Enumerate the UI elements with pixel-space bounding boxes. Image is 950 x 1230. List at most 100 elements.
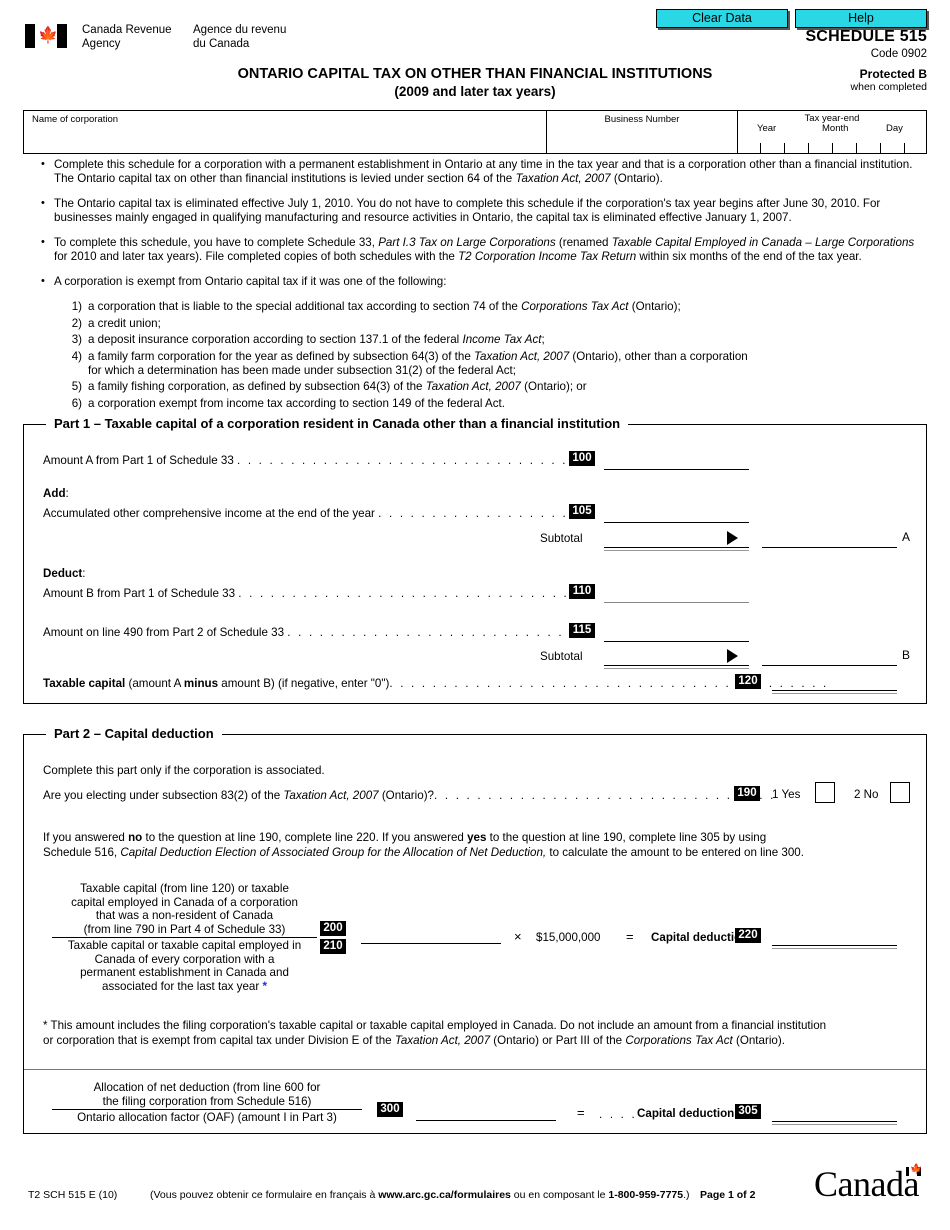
part-2-note: If you answered no to the question at li… <box>43 831 804 859</box>
list-item: 4) a family farm corporation for the yea… <box>62 350 932 378</box>
row-115-label: Amount on line 490 from Part 2 of Schedu… <box>43 626 586 639</box>
agency-name-english: Canada Revenue Agency <box>82 24 172 51</box>
input-line-105[interactable] <box>604 522 749 523</box>
tax-year-end-year-label: Year <box>757 123 777 134</box>
constant-amount: $15,000,000 <box>536 931 601 944</box>
schedule-code: Code 0902 <box>870 48 927 60</box>
deduct-label: Deduct: <box>43 567 86 580</box>
corporation-name-cell[interactable]: Name of corporation <box>24 111 547 153</box>
yes-option-label: 1 Yes <box>772 788 801 801</box>
part-2-footnote: * This amount includes the filing corpor… <box>43 1019 827 1047</box>
identification-table: Name of corporation Business Number Tax … <box>23 110 927 154</box>
part-2-section: Part 2 – Capital deduction Complete this… <box>23 726 927 1134</box>
page-number: Page 1 of 2 <box>700 1189 756 1201</box>
amount-b-line[interactable] <box>762 665 897 666</box>
amount-a-letter: A <box>902 530 911 544</box>
corporation-name-label: Name of corporation <box>32 114 119 125</box>
schedule-number: SCHEDULE 515 <box>805 28 927 45</box>
list-item: 6) a corporation exempt from income tax … <box>62 397 932 411</box>
exemption-number: 3) <box>71 333 82 346</box>
instruction-bullet-1: Complete this schedule for a corporation… <box>41 157 921 186</box>
section-divider <box>24 1069 926 1070</box>
instructions-bullets: Complete this schedule for a corporation… <box>41 157 921 296</box>
form-code: T2 SCH 515 E (10) <box>28 1189 118 1201</box>
allocation-fraction: Allocation of net deduction (from line 6… <box>52 1081 362 1125</box>
row-110-label: Amount B from Part 1 of Schedule 33 . . … <box>43 587 591 600</box>
dots-305: . . . . <box>599 1108 637 1121</box>
input-line-305[interactable] <box>772 1121 897 1125</box>
list-item: 1) a corporation that is liable to the s… <box>62 300 932 314</box>
no-option-label: 2 No <box>854 788 879 801</box>
form-title-line1: ONTARIO CAPITAL TAX ON OTHER THAN FINANC… <box>237 66 713 82</box>
exemption-number: 2) <box>71 316 82 330</box>
instruction-bullet-2: The Ontario capital tax is eliminated ef… <box>41 196 921 225</box>
subtotal-b-label: Subtotal <box>540 650 583 663</box>
canada-flag-icon: 🍁 <box>905 1165 922 1176</box>
line-number-115: 115 <box>569 623 595 638</box>
french-version-note: (Vous pouvez obtenir ce formulaire en fr… <box>150 1189 690 1201</box>
checkbox-yes[interactable] <box>815 782 835 803</box>
tax-year-end-cell[interactable]: Tax year-end Year Month Day <box>738 111 926 153</box>
denominator-last-line: associated for the last tax year * <box>102 979 267 993</box>
canada-wordmark-text: Canada <box>814 1164 919 1204</box>
add-label: Add: <box>43 487 69 500</box>
line-number-190: 190 <box>734 786 760 801</box>
subtotal-b-line[interactable] <box>604 665 749 669</box>
line-number-300: 300 <box>377 1102 403 1117</box>
help-button[interactable]: Help <box>795 9 927 28</box>
cra-phone-number: 1-800-959-7775 <box>608 1189 684 1201</box>
agency-en-line1: Canada Revenue <box>82 24 172 36</box>
allocation-numerator: Allocation of net deduction (from line 6… <box>93 1081 321 1108</box>
business-number-cell[interactable]: Business Number <box>547 111 738 153</box>
allocation-denominator: Ontario allocation factor (OAF) (amount … <box>77 1111 337 1124</box>
line-number-105: 105 <box>569 504 595 519</box>
row-190-label: Are you electing under subsection 83(2) … <box>43 789 776 802</box>
line-number-210: 210 <box>320 939 346 954</box>
multiply-symbol: × <box>514 929 522 944</box>
capital-deduction-label-220: Capital deduction <box>651 931 749 944</box>
amount-a-line[interactable] <box>762 547 897 548</box>
subtotal-a-line[interactable] <box>604 547 749 551</box>
agency-fr-line2: du Canada <box>193 37 250 50</box>
exemption-number: 1) <box>71 300 82 313</box>
row-105-label: Accumulated other comprehensive income a… <box>43 507 579 520</box>
capital-deduction-label-305: Capital deduction <box>637 1107 735 1120</box>
input-line-100[interactable] <box>604 469 749 470</box>
page-title: ONTARIO CAPITAL TAX ON OTHER THAN FINANC… <box>0 66 950 99</box>
input-line-220[interactable] <box>772 945 897 949</box>
form-title-line2: (2009 and later tax years) <box>394 84 556 99</box>
checkbox-no[interactable] <box>890 782 910 803</box>
line-number-305: 305 <box>735 1104 761 1119</box>
canada-revenue-agency-flag-icon: 🍁 <box>25 24 67 48</box>
line-number-200: 200 <box>320 921 346 936</box>
instruction-bullet-3: To complete this schedule, you have to c… <box>41 235 921 264</box>
list-item: 3) a deposit insurance corporation accor… <box>62 333 932 347</box>
ratio-denominator: Taxable capital or taxable capital emplo… <box>52 938 317 993</box>
input-line-120[interactable] <box>772 690 897 694</box>
line-number-110: 110 <box>569 584 595 599</box>
part-2-heading: Part 2 – Capital deduction <box>46 726 222 741</box>
ratio-numerator: Taxable capital (from line 120) or taxab… <box>71 882 298 936</box>
ratio-fraction-200-210: Taxable capital (from line 120) or taxab… <box>52 882 317 993</box>
line-number-100: 100 <box>569 451 595 466</box>
arrow-right-icon <box>727 649 738 663</box>
arrow-right-icon <box>727 531 738 545</box>
clear-data-button[interactable]: Clear Data <box>656 9 788 28</box>
exemption-number: 4) <box>71 349 82 363</box>
list-item: 2) a credit union; <box>62 317 932 331</box>
input-ratio-value[interactable] <box>361 943 501 944</box>
amount-b-letter: B <box>902 648 911 662</box>
row-120-label: Taxable capital (amount A minus amount B… <box>43 677 829 690</box>
agency-en-line2: Agency <box>82 37 121 50</box>
agency-name-french: Agence du revenu du Canada <box>193 24 286 51</box>
part-1-heading: Part 1 – Taxable capital of a corporatio… <box>46 416 629 431</box>
input-line-300[interactable] <box>416 1120 556 1121</box>
cra-forms-url: www.arc.gc.ca/formulaires <box>378 1189 511 1201</box>
input-line-110[interactable] <box>604 602 749 603</box>
form-page: Clear Data Help 🍁 Canada Revenue Agency … <box>0 0 950 1230</box>
part-1-section: Part 1 – Taxable capital of a corporatio… <box>23 416 927 704</box>
input-line-115[interactable] <box>604 641 749 642</box>
tax-year-end-month-label: Month <box>822 123 849 134</box>
equals-symbol: = <box>626 929 634 944</box>
page-footer: T2 SCH 515 E (10) (Vous pouvez obtenir c… <box>0 1164 950 1223</box>
